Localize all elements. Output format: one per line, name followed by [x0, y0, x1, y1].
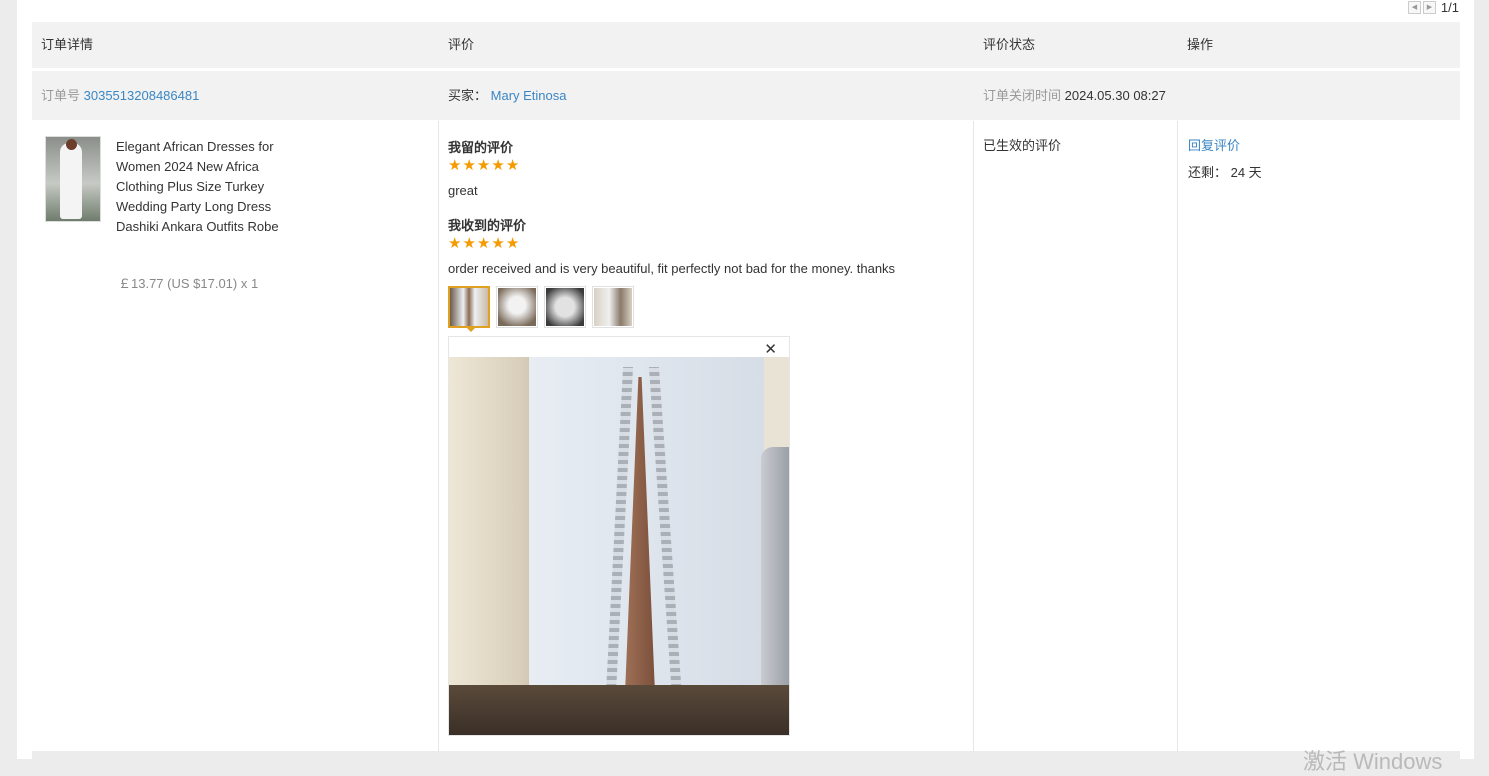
active-photo-caret — [465, 326, 477, 332]
received-review-text: order received and is very beautiful, fi… — [448, 261, 896, 276]
chevron-left-icon[interactable]: ◀ — [1407, 0, 1421, 14]
table-header: 订单详情 评价 评价状态 操作 — [32, 22, 1460, 68]
order-number-label: 订单号 — [41, 88, 81, 103]
closed-time-value: 2024.05.30 08:27 — [1064, 88, 1166, 103]
star-icon: ★ — [476, 157, 491, 174]
my-review-text: great — [448, 183, 478, 198]
star-icon: ★ — [462, 235, 476, 252]
star-icon: ★ — [462, 157, 476, 174]
order-info-row: 订单号 3035513208486481 买家： Mary Etinosa 订单… — [32, 71, 1460, 120]
column-divider — [1177, 121, 1178, 751]
review-photo-thumb[interactable] — [448, 286, 490, 328]
buyer-link[interactable]: Mary Etinosa — [491, 88, 567, 103]
product-price: ￡13.77 (US $17.01) x 1 — [118, 276, 259, 291]
row-separator — [32, 751, 1460, 759]
order-number-link[interactable]: 3035513208486481 — [84, 88, 200, 103]
review-photo-thumb[interactable] — [544, 286, 586, 328]
star-icon: ★ — [491, 157, 505, 174]
order-closed-time: 订单关闭时间 2024.05.30 08:27 — [983, 71, 1166, 120]
star-icon: ★ — [476, 235, 491, 252]
star-icon: ★ — [448, 157, 462, 174]
star-icon: ★ — [448, 235, 462, 252]
my-rating-stars: ★ ★ ★ ★ ★ — [448, 158, 519, 173]
buyer-label: 买家： — [448, 88, 488, 103]
review-photo-thumb[interactable] — [592, 286, 634, 328]
review-status: 已生效的评价 — [983, 138, 1062, 153]
header-actions: 操作 — [1187, 37, 1214, 52]
review-photo-strip — [448, 286, 634, 328]
chevron-right-icon[interactable]: ▶ — [1422, 0, 1436, 14]
star-icon: ★ — [491, 235, 505, 252]
star-icon: ★ — [505, 157, 520, 174]
order-number: 订单号 3035513208486481 — [41, 71, 199, 120]
closed-time-label: 订单关闭时间 — [983, 88, 1062, 103]
buyer-info: 买家： Mary Etinosa — [448, 71, 567, 120]
photo-viewer: ✕ — [448, 336, 790, 736]
close-icon[interactable]: ✕ — [764, 340, 777, 358]
star-icon: ★ — [505, 235, 520, 252]
header-review: 评价 — [448, 37, 475, 52]
column-divider — [973, 121, 974, 751]
review-photo-thumb[interactable] — [496, 286, 538, 328]
column-divider — [438, 121, 439, 751]
received-rating-stars: ★ ★ ★ ★ ★ — [448, 236, 519, 251]
pagination: ◀ ▶ 1/1 — [1407, 0, 1459, 15]
order-body-row: Elegant African Dresses for Women 2024 N… — [32, 121, 1460, 751]
header-order-details: 订单详情 — [41, 37, 94, 52]
remaining-days: 还剩： 24 天 — [1188, 165, 1262, 180]
product-thumbnail[interactable] — [45, 136, 101, 222]
page-indicator: 1/1 — [1440, 0, 1459, 15]
product-title[interactable]: Elegant African Dresses for Women 2024 N… — [116, 137, 296, 237]
received-review-label: 我收到的评价 — [448, 218, 527, 233]
my-review-label: 我留的评价 — [448, 140, 514, 155]
windows-activation-watermark: 激活 Windows — [1303, 749, 1443, 774]
header-review-status: 评价状态 — [983, 37, 1036, 52]
review-photo-large — [449, 357, 789, 735]
reply-review-link[interactable]: 回复评价 — [1188, 135, 1240, 154]
